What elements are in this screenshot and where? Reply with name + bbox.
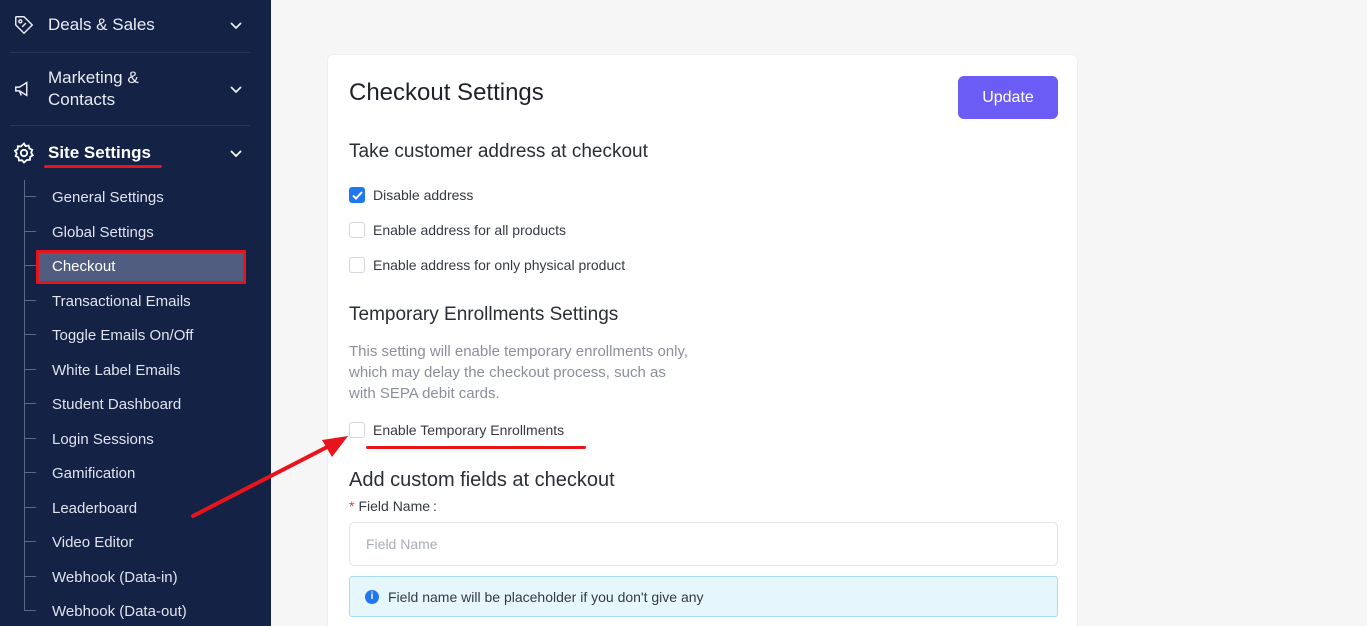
- sidebar-item-general-settings[interactable]: General Settings: [24, 182, 254, 212]
- enable-address-all-checkbox[interactable]: Enable address for all products: [349, 222, 566, 238]
- tree-branch: [24, 265, 36, 266]
- required-mark: *: [349, 498, 355, 514]
- tree-branch: [24, 334, 36, 335]
- disable-address-checkbox[interactable]: Disable address: [349, 187, 473, 203]
- annotation-underline: [366, 446, 586, 449]
- divider: [10, 125, 250, 126]
- sidebar-section-deals[interactable]: Deals & Sales: [0, 12, 271, 38]
- sidebar-section-marketing[interactable]: Marketing & Contacts: [0, 66, 271, 112]
- chevron-down-icon: [230, 150, 242, 158]
- info-alert: i Field name will be placeholder if you …: [349, 576, 1058, 617]
- enable-temp-enrollments-checkbox[interactable]: Enable Temporary Enrollments: [349, 422, 564, 438]
- sidebar-item-label: General Settings: [52, 188, 164, 206]
- checkmark-icon: [351, 190, 363, 200]
- divider: [10, 52, 250, 53]
- temp-enrollments-description: This setting will enable temporary enrol…: [349, 343, 689, 402]
- checkbox-label: Enable Temporary Enrollments: [373, 422, 565, 438]
- tree-branch: [24, 231, 36, 232]
- info-icon: i: [365, 589, 379, 604]
- tree-branch: [24, 472, 36, 473]
- checkbox[interactable]: [349, 222, 365, 238]
- sidebar-item-label: Student Dashboard: [52, 395, 182, 413]
- field-name-label-text: Field Name: [358, 498, 431, 514]
- checkbox-label: Disable address: [373, 187, 474, 203]
- checkbox-checked[interactable]: [349, 187, 365, 203]
- page-title: Checkout Settings: [349, 79, 544, 106]
- sidebar-item-label: White Label Emails: [52, 361, 181, 379]
- sidebar-item-webhook-data-out[interactable]: Webhook (Data-out): [24, 596, 254, 626]
- sidebar-item-label: Gamification: [52, 464, 136, 482]
- checkout-settings-card: Checkout Settings Update Take customer a…: [327, 54, 1078, 626]
- megaphone-icon: [12, 77, 36, 101]
- enable-address-physical-checkbox[interactable]: Enable address for only physical product: [349, 257, 625, 273]
- sidebar-item-student-dashboard[interactable]: Student Dashboard: [24, 389, 254, 419]
- tag-icon: [12, 13, 36, 37]
- tree-branch: [24, 576, 36, 577]
- tree-branch: [24, 507, 36, 508]
- address-heading: Take customer address at checkout: [349, 141, 648, 162]
- checkbox[interactable]: [349, 422, 365, 438]
- sidebar-item-label: Webhook (Data-in): [52, 568, 178, 586]
- gear-icon: [12, 141, 36, 165]
- info-text: Field name will be placeholder if you do…: [388, 588, 704, 605]
- sidebar-section-label: Site Settings: [48, 143, 151, 162]
- sidebar-item-label: Global Settings: [52, 223, 154, 241]
- tree-branch: [24, 300, 36, 301]
- sidebar-item-label: Toggle Emails On/Off: [52, 326, 194, 344]
- sidebar-item-global-settings[interactable]: Global Settings: [24, 217, 254, 247]
- sidebar-item-webhook-data-in[interactable]: Webhook (Data-in): [24, 562, 254, 592]
- sidebar-item-white-label-emails[interactable]: White Label Emails: [24, 355, 254, 385]
- sidebar: Deals & Sales Marketing & Contacts Site …: [0, 0, 271, 626]
- checkbox-label: Enable address for only physical product: [373, 257, 626, 273]
- sidebar-item-label: Webhook (Data-out): [52, 602, 187, 620]
- custom-fields-heading: Add custom fields at checkout: [349, 469, 615, 491]
- sidebar-item-label: Transactional Emails: [52, 292, 191, 310]
- sidebar-item-label: Checkout: [52, 257, 116, 275]
- annotation-underline: [44, 165, 162, 168]
- sidebar-section-label: Marketing &: [48, 68, 139, 87]
- sidebar-item-leaderboard[interactable]: Leaderboard: [24, 493, 254, 523]
- tree-branch: [24, 196, 36, 197]
- sidebar-item-label: Video Editor: [52, 533, 134, 551]
- sidebar-item-checkout[interactable]: Checkout: [24, 250, 254, 284]
- chevron-down-icon: [230, 22, 242, 30]
- sidebar-item-login-sessions[interactable]: Login Sessions: [24, 424, 254, 454]
- tree-branch: [24, 403, 36, 404]
- sidebar-item-video-editor[interactable]: Video Editor: [24, 527, 254, 557]
- sidebar-item-label: Leaderboard: [52, 499, 138, 517]
- sidebar-item-transactional-emails[interactable]: Transactional Emails: [24, 286, 254, 316]
- tree-branch: [24, 541, 36, 542]
- sidebar-item-label: Login Sessions: [52, 430, 154, 448]
- tree-branch: [24, 369, 36, 370]
- sidebar-section-label: Deals & Sales: [48, 15, 155, 34]
- checkbox[interactable]: [349, 257, 365, 273]
- field-name-input[interactable]: [349, 522, 1058, 566]
- field-name-label: * Field Name:: [349, 498, 437, 514]
- sidebar-section-label: Contacts: [48, 90, 116, 109]
- temp-enrollments-heading: Temporary Enrollments Settings: [349, 304, 619, 325]
- checkbox-label: Enable address for all products: [373, 222, 566, 238]
- update-button[interactable]: Update: [958, 76, 1058, 119]
- sidebar-item-gamification[interactable]: Gamification: [24, 458, 254, 488]
- tree-branch: [24, 610, 36, 611]
- sidebar-item-toggle-emails[interactable]: Toggle Emails On/Off: [24, 320, 254, 350]
- chevron-down-icon: [230, 86, 242, 94]
- field-colon: :: [433, 498, 437, 514]
- tree-branch: [24, 438, 36, 439]
- sidebar-section-site-settings[interactable]: Site Settings: [0, 141, 271, 165]
